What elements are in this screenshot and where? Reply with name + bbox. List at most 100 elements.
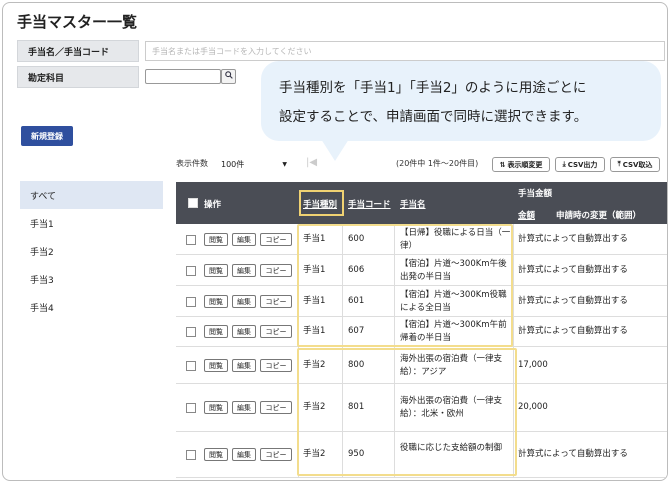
sidebar-item-all[interactable]: すべて [20,181,163,209]
cell-name: 海外出張の宿泊費（一律支給）：北米・欧州 [400,396,503,419]
view-button[interactable]: 閲覧 [204,295,228,308]
view-button[interactable]: 閲覧 [204,233,228,246]
new-registration-button[interactable]: 新規登録 [21,126,73,146]
name-code-search-input[interactable]: 手当名または手当コードを入力してください [145,41,665,61]
edit-button[interactable]: 編集 [232,401,256,414]
edit-button[interactable]: 編集 [232,325,256,338]
row-checkbox[interactable] [186,361,196,371]
row-checkbox[interactable] [186,327,196,337]
copy-button[interactable]: コピー [260,295,292,308]
header-amount-group: 手当金額 [518,189,553,199]
table-row: 閲覧 編集 コピー 手当2 950 役職に応じた支給額の制御 計算式によって自動算出する [176,432,667,478]
row-checkbox[interactable] [186,403,196,413]
view-button[interactable]: 閲覧 [204,359,228,372]
copy-button[interactable]: コピー [260,325,292,338]
cell-amount: 計算式によって自動算出する [518,449,628,459]
cell-code: 607 [348,326,365,336]
header-change-on-apply: 申請時の変更（範囲） [556,211,642,221]
row-checkbox[interactable] [186,266,196,276]
display-order-button[interactable]: ⇅ 表示順変更 [492,157,550,172]
cell-amount: 計算式によって自動算出する [518,234,628,244]
sidebar-item-label: 手当2 [30,247,54,258]
cell-code: 601 [348,296,365,306]
cell-type: 手当1 [303,234,326,244]
cell-name: 【宿泊】片道～300Km午後出発の半日当 [400,259,507,282]
column-divider [394,384,395,432]
cell-code: 950 [348,449,365,459]
select-all-checkbox[interactable] [188,198,198,208]
app-window: 手当マスター一覧 手当名／手当コード 手当名または手当コードを入力してください … [2,2,668,481]
edit-button[interactable]: 編集 [232,295,256,308]
cell-code: 606 [348,265,365,275]
view-button[interactable]: 閲覧 [204,325,228,338]
callout-tail [321,139,349,161]
edit-button[interactable]: 編集 [232,448,256,461]
cell-code: 801 [348,402,365,412]
sidebar-item-allowance1[interactable]: 手当1 [20,209,163,237]
table-row: 閲覧 編集 コピー 手当1 607 【宿泊】片道～300Km午前帰着の半日当 計算式によって… [176,317,667,347]
copy-button[interactable]: コピー [260,401,292,414]
view-button[interactable]: 閲覧 [204,264,228,277]
view-button[interactable]: 閲覧 [204,401,228,414]
explanation-callout: 手当種別を「手当1」「手当2」のように用途ごとに 設定することで、申請画面で同時… [261,61,661,141]
header-type[interactable]: 手当種別 [303,198,337,210]
column-divider [342,317,343,347]
copy-button[interactable]: コピー [260,359,292,372]
edit-button[interactable]: 編集 [232,264,256,277]
row-checkbox[interactable] [186,297,196,307]
cell-type: 手当1 [303,296,326,306]
per-page-select[interactable]: 100件 ▼ [217,157,291,171]
subject-search-button[interactable] [221,69,236,84]
display-order-label: 表示順変更 [507,160,543,169]
column-divider [513,224,514,255]
cell-type: 手当1 [303,326,326,336]
column-divider [342,286,343,317]
view-button[interactable]: 閲覧 [204,448,228,461]
pager-info: (20件中 1件～20件目) [396,159,479,168]
upload-icon: ⤒ [617,160,621,168]
sidebar-item-allowance2[interactable]: 手当2 [20,237,163,265]
cell-amount: 20,000 [518,402,548,412]
table-row: 閲覧 編集 コピー 手当2 801 海外出張の宿泊費（一律支給）：北米・欧州 20,000 [176,384,667,432]
copy-button[interactable]: コピー [260,264,292,277]
column-divider [394,347,395,384]
column-divider [298,347,299,384]
csv-import-button[interactable]: ⤒ CSV取込 [610,157,660,172]
cell-type: 手当2 [303,402,326,412]
header-amount[interactable]: 金額 [518,209,535,221]
column-divider [394,432,395,478]
cell-amount: 計算式によって自動算出する [518,265,628,275]
row-checkbox[interactable] [186,235,196,245]
per-page-label: 表示件数 [176,159,208,168]
cell-code: 800 [348,360,365,370]
cell-amount: 計算式によって自動算出する [518,296,628,306]
header-name[interactable]: 手当名 [400,198,426,210]
sidebar-item-allowance4[interactable]: 手当4 [20,293,163,321]
edit-button[interactable]: 編集 [232,233,256,246]
edit-button[interactable]: 編集 [232,359,256,372]
table-row: 閲覧 編集 コピー 手当1 606 【宿泊】片道～300Km午後出発の半日当 計算式によって… [176,255,667,286]
column-divider [298,317,299,347]
cell-name: 【日帰】役職による日当（一律） [400,228,511,251]
dropdown-arrow-icon: ▼ [282,160,287,168]
copy-button[interactable]: コピー [260,448,292,461]
first-page-icon[interactable]: |◀ [306,157,317,168]
sidebar-item-label: 手当3 [30,275,54,286]
copy-button[interactable]: コピー [260,233,292,246]
table-header: 操作 手当種別 手当コード 手当名 手当金額 金額 申請時の変更（範囲） [176,182,667,224]
sidebar-item-allowance3[interactable]: 手当3 [20,265,163,293]
header-code[interactable]: 手当コード [348,198,391,210]
row-checkbox[interactable] [186,450,196,460]
column-divider [513,286,514,317]
cell-name: 役職に応じた支給額の制御 [400,443,503,453]
column-divider [342,384,343,432]
subject-input[interactable] [145,69,221,84]
table-row: 閲覧 編集 コピー 手当2 800 海外出張の宿泊費（一律支給）：アジア 17,000 [176,347,667,384]
name-code-label: 手当名／手当コード [17,40,139,62]
column-divider [298,255,299,286]
column-divider [342,224,343,255]
csv-export-button[interactable]: ⤓ CSV出力 [555,157,605,172]
cell-name: 【宿泊】片道～300Km役職による全日当 [400,290,507,313]
cell-code: 600 [348,234,365,244]
table-row: 閲覧 編集 コピー 手当1 600 【日帰】役職による日当（一律） 計算式によって自動算出す… [176,224,667,255]
